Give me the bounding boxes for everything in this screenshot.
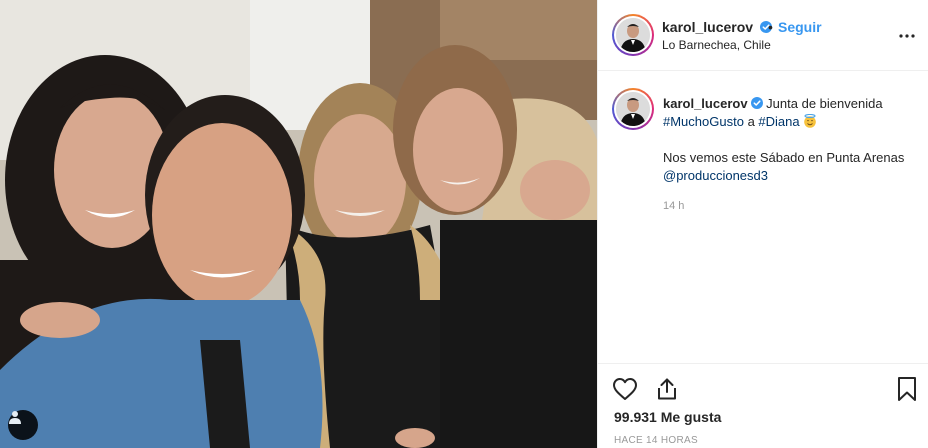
- more-options-button[interactable]: [895, 24, 919, 48]
- heart-icon: [613, 378, 637, 400]
- caption-line-2: Nos vemos este Sábado en Punta Arenas @p…: [663, 149, 915, 185]
- author-username-text: karol_lucerov: [662, 19, 754, 35]
- post-location[interactable]: Lo Barnechea, Chile: [662, 38, 771, 52]
- follow-button[interactable]: Seguir: [778, 19, 822, 35]
- more-options-icon: [899, 34, 915, 38]
- verified-badge-icon: [750, 97, 763, 109]
- mention-link[interactable]: @produccionesd3: [663, 168, 768, 183]
- caption-text: Junta de bienvenida: [766, 96, 883, 111]
- save-button[interactable]: [892, 374, 922, 404]
- header-separator: •: [768, 19, 773, 35]
- caption-avatar[interactable]: [612, 88, 654, 130]
- post-caption: karol_lucerov Junta de bienvenida #Mucho…: [663, 95, 915, 185]
- hashtag-link[interactable]: #MuchoGusto: [663, 114, 744, 129]
- user-icon: [9, 411, 21, 424]
- likes-count[interactable]: 99.931 Me gusta: [614, 409, 721, 425]
- post-date[interactable]: HACE 14 HORAS: [614, 435, 698, 446]
- like-button[interactable]: [610, 374, 640, 404]
- post-details-pane: karol_lucerov • Seguir Lo Barnechea, Chi…: [597, 0, 928, 448]
- author-avatar[interactable]: [612, 14, 654, 56]
- avatar-image: [616, 92, 650, 126]
- caption-text: a: [747, 114, 755, 129]
- caption-username[interactable]: karol_lucerov: [663, 96, 748, 111]
- share-button[interactable]: [652, 374, 682, 404]
- avatar-image: [616, 18, 650, 52]
- caption-text: Nos vemos este Sábado en Punta Arenas: [663, 150, 905, 165]
- share-icon: [658, 378, 676, 400]
- post-header: karol_lucerov • Seguir Lo Barnechea, Chi…: [598, 0, 928, 71]
- bookmark-icon: [898, 377, 916, 401]
- author-username[interactable]: karol_lucerov: [662, 19, 772, 35]
- post-actions: [598, 363, 928, 413]
- user-tags-button[interactable]: [8, 410, 38, 440]
- photo-illustration: [0, 0, 597, 448]
- caption-line-1: karol_lucerov Junta de bienvenida #Mucho…: [663, 95, 915, 131]
- caption-timestamp[interactable]: 14 h: [663, 200, 684, 212]
- hashtag-link[interactable]: #Diana: [758, 114, 799, 129]
- post-photo[interactable]: [0, 0, 597, 448]
- smiling-face-with-halo-icon: [804, 114, 817, 128]
